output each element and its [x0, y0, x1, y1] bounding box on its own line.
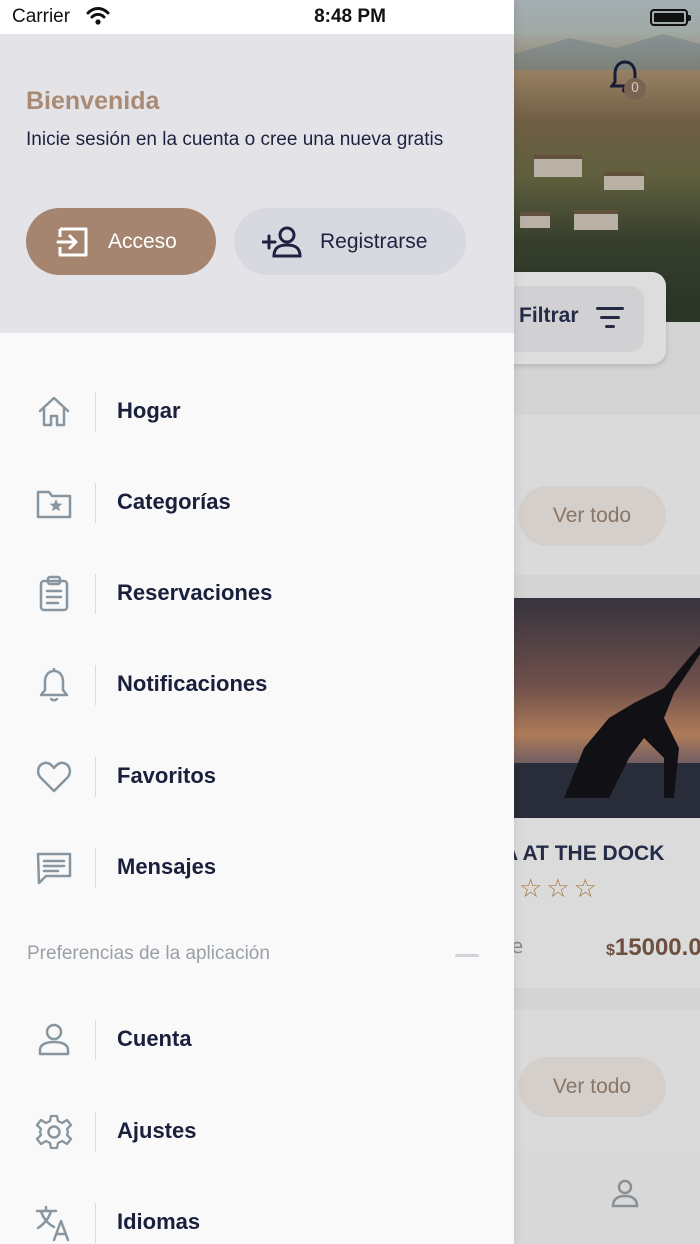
login-button[interactable]: Acceso — [26, 208, 216, 275]
bell-icon — [39, 668, 69, 702]
menu-label: Ajustes — [117, 1118, 197, 1143]
menu-item-ajustes[interactable]: Ajustes — [0, 1092, 514, 1172]
menu-label: Reservaciones — [117, 580, 273, 605]
collapse-icon[interactable] — [455, 954, 479, 957]
clipboard-icon — [39, 575, 69, 612]
menu-label: Favoritos — [117, 763, 217, 788]
status-bar: Carrier 8:48 PM — [0, 0, 700, 34]
menu-separator — [95, 483, 96, 523]
menu-separator — [95, 1020, 96, 1060]
menu-label: Idiomas — [117, 1209, 201, 1234]
menu-item-reservaciones[interactable]: Reservaciones — [0, 554, 514, 634]
translate-icon — [35, 1205, 70, 1242]
menu-item-favoritos[interactable]: Favoritos — [0, 737, 514, 817]
menu-label: Categorías — [117, 489, 231, 514]
menu-item-hogar[interactable]: Hogar — [0, 372, 514, 452]
heart-icon — [36, 761, 72, 793]
user-icon — [38, 1023, 70, 1056]
message-icon — [36, 852, 72, 885]
menu-separator — [95, 392, 96, 432]
menu-item-idiomas[interactable]: Idiomas — [0, 1183, 514, 1244]
add-user-icon — [262, 226, 302, 257]
register-button[interactable]: Registrarse — [234, 208, 466, 275]
login-icon — [56, 227, 88, 256]
menu-separator — [95, 665, 96, 705]
menu-separator — [95, 1112, 96, 1152]
menu-label: Hogar — [117, 398, 181, 423]
menu-item-categorias[interactable]: Categorías — [0, 463, 514, 543]
menu-separator — [95, 848, 96, 888]
status-time: 8:48 PM — [314, 6, 386, 27]
menu-item-mensajes[interactable]: Mensajes — [0, 828, 514, 908]
gear-icon — [35, 1114, 73, 1150]
drawer-header — [0, 0, 514, 333]
menu-item-notificaciones[interactable]: Notificaciones — [0, 645, 514, 725]
preferences-heading: Preferencias de la aplicación — [27, 943, 270, 964]
welcome-subtitle: Inicie sesión en la cuenta o cree una nu… — [26, 129, 444, 150]
menu-separator — [95, 1203, 96, 1243]
home-icon — [38, 396, 70, 427]
menu-label: Notificaciones — [117, 671, 268, 696]
menu-separator — [95, 574, 96, 614]
menu-separator — [95, 757, 96, 797]
side-drawer: Bienvenida Inicie sesión en la cuenta o … — [0, 0, 514, 1244]
login-label: Acceso — [108, 229, 177, 253]
folder-star-icon — [36, 490, 72, 519]
menu-label: Mensajes — [117, 854, 217, 879]
menu-item-cuenta[interactable]: Cuenta — [0, 1000, 514, 1080]
welcome-title: Bienvenida — [26, 87, 160, 115]
register-label: Registrarse — [320, 229, 428, 253]
battery-icon — [650, 9, 691, 26]
menu-label: Cuenta — [117, 1026, 192, 1051]
